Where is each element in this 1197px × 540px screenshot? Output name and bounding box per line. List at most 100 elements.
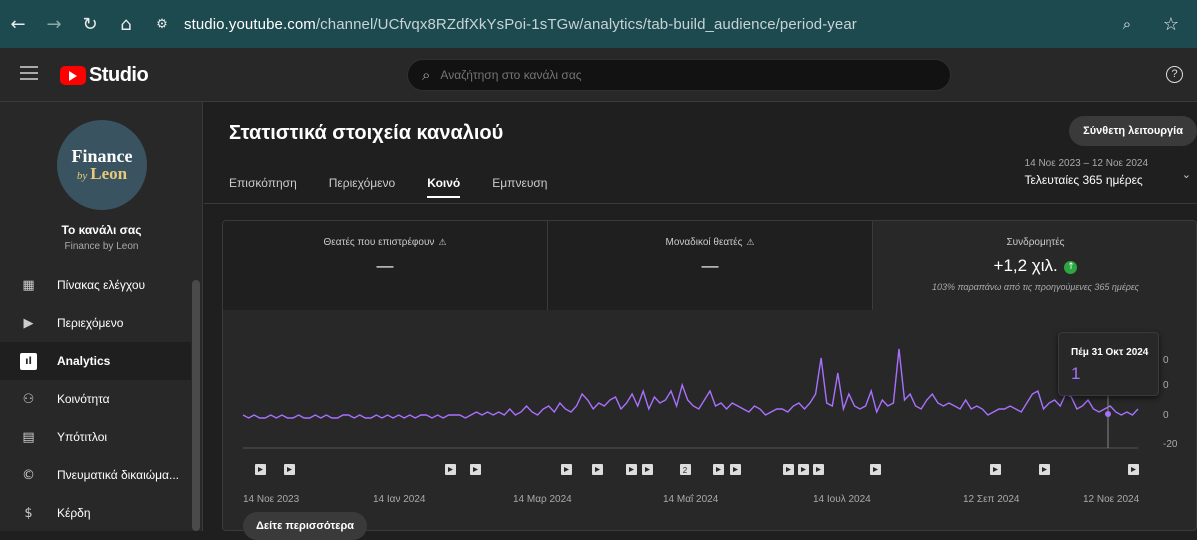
sidebar-scrollbar[interactable] bbox=[192, 280, 200, 531]
menu-icon[interactable] bbox=[20, 66, 38, 80]
site-info-icon[interactable]: ⚙ bbox=[144, 6, 180, 42]
home-icon[interactable]: ⌂ bbox=[108, 6, 144, 42]
sidebar: Finance by Leon Το κανάλι σας Finance by … bbox=[0, 102, 203, 531]
date-range-label: Τελευταίες 365 ημέρες bbox=[1024, 173, 1143, 187]
tab-content[interactable]: Περιεχόμενο bbox=[329, 168, 395, 198]
y-tick-label: 0 bbox=[1163, 410, 1169, 421]
forward-icon[interactable]: → bbox=[36, 6, 72, 42]
sidebar-item-content[interactable]: ▶ Περιεχόμενο bbox=[0, 304, 191, 342]
youtube-play-icon bbox=[60, 66, 86, 85]
metric-label-text: Θεατές που επιστρέφουν bbox=[323, 237, 435, 248]
metric-value: — bbox=[376, 256, 394, 275]
metrics-row: Θεατές που επιστρέφουν ⚠ — Μοναδικοί θεατ… bbox=[223, 221, 1196, 310]
back-icon[interactable]: ← bbox=[0, 6, 36, 42]
audience-card: Θεατές που επιστρέφουν ⚠ — Μοναδικοί θεατ… bbox=[222, 220, 1197, 531]
metric-label: Συνδρομητές bbox=[1006, 237, 1065, 248]
earn-icon: $ bbox=[24, 505, 33, 521]
y-tick-label: 0 bbox=[1163, 380, 1169, 391]
main-content: Στατιστικά στοιχεία καναλιού Σύνθετη λει… bbox=[204, 102, 1197, 540]
sidebar-item-subtitles[interactable]: ▤ Υπότιτλοι bbox=[0, 418, 191, 456]
x-tick-label: 12 Σεπ 2024 bbox=[963, 494, 1020, 505]
tab-inspiration[interactable]: Εμπνευση bbox=[492, 168, 547, 198]
subtitles-icon: ▤ bbox=[22, 429, 35, 445]
sidebar-item-label: Κοινότητα bbox=[57, 392, 110, 406]
x-tick-label: 14 Ιαν 2024 bbox=[373, 494, 426, 505]
x-tick-label: 14 Μαΐ 2024 bbox=[663, 493, 719, 505]
metric-label-text: Μοναδικοί θεατές bbox=[665, 237, 743, 248]
y-tick-label: -20 bbox=[1163, 439, 1178, 450]
metric-label: Θεατές που επιστρέφουν ⚠ bbox=[223, 237, 547, 248]
sidebar-item-analytics[interactable]: ıl Analytics bbox=[0, 342, 191, 380]
see-more-button[interactable]: Δείτε περισσότερα bbox=[243, 512, 368, 540]
sidebar-item-earn[interactable]: $ Κέρδη bbox=[0, 494, 191, 532]
sidebar-item-dashboard[interactable]: ▦ Πίνακας ελέγχου bbox=[0, 266, 191, 304]
analytics-icon: ıl bbox=[20, 352, 37, 370]
x-tick-label: 12 Νοε 2024 bbox=[1083, 494, 1140, 505]
metric-value: +1,2 χιλ. ↑ bbox=[873, 256, 1196, 276]
subscribers-chart[interactable]: 0 0 0 -20 2 14 Νοε 2023 14 Ιαν 2024 14 Μαρ 2024… bbox=[223, 310, 1197, 531]
sidebar-item-label: Κέρδη bbox=[57, 506, 91, 520]
sidebar-item-label: Πίνακας ελέγχου bbox=[57, 278, 146, 292]
date-range-dates: 14 Νοε 2023 – 12 Νοε 2024 bbox=[1024, 158, 1148, 169]
metric-value: — bbox=[701, 256, 719, 275]
x-tick-label: 14 Μαρ 2024 bbox=[513, 494, 572, 505]
sidebar-nav: ▦ Πίνακας ελέγχου ▶ Περιεχόμενο ıl Analytic… bbox=[0, 266, 191, 532]
studio-header: Studio ⌕ ? bbox=[0, 48, 1197, 102]
avatar-text-line2: by Leon bbox=[77, 164, 127, 184]
arrow-up-icon: ↑ bbox=[1064, 261, 1078, 274]
sidebar-item-label: Υπότιτλοι bbox=[57, 430, 108, 444]
community-icon: ⚇ bbox=[22, 391, 35, 407]
avatar-leon: Leon bbox=[90, 164, 128, 183]
sidebar-item-community[interactable]: ⚇ Κοινότητα bbox=[0, 380, 191, 418]
date-range-picker[interactable]: 14 Νοε 2023 – 12 Νοε 2024 Τελευταίες 365… bbox=[1025, 158, 1148, 187]
sidebar-item-label: Πνευματικά δικαιώμα... bbox=[57, 468, 179, 482]
studio-logo[interactable]: Studio bbox=[60, 64, 149, 87]
avatar-by: by bbox=[76, 170, 88, 182]
marker-count-label: 2 bbox=[683, 466, 688, 475]
chart-tooltip: Πέμ 31 Οκτ 2024 1 bbox=[1058, 332, 1159, 396]
sidebar-item-label: Περιεχόμενο bbox=[57, 316, 124, 330]
bookmark-star-icon[interactable]: ☆ bbox=[1153, 6, 1189, 42]
search-bar[interactable]: ⌕ bbox=[407, 59, 951, 91]
analytics-tabs: Επισκόπηση Περιεχόμενο Κοινό Εμπνευση bbox=[229, 168, 579, 198]
search-input[interactable] bbox=[440, 68, 921, 82]
advanced-mode-button[interactable]: Σύνθετη λειτουργία bbox=[1069, 116, 1197, 146]
metric-label: Μοναδικοί θεατές ⚠ bbox=[548, 237, 872, 248]
sidebar-item-label: Analytics bbox=[57, 354, 111, 368]
copyright-icon: © bbox=[22, 467, 35, 483]
reload-icon[interactable]: ↻ bbox=[72, 6, 108, 42]
divider bbox=[204, 203, 1197, 204]
tab-audience[interactable]: Κοινό bbox=[427, 168, 461, 198]
metric-unique-viewers[interactable]: Μοναδικοί θεατές ⚠ — bbox=[548, 221, 873, 310]
x-tick-label: 14 Νοε 2023 bbox=[243, 494, 300, 505]
url-path: /channel/UCfvqx8RZdfXkYsPoi-1sTGw/analyt… bbox=[315, 15, 857, 33]
channel-title: Το κανάλι σας bbox=[61, 223, 142, 237]
tooltip-value: 1 bbox=[1071, 364, 1081, 383]
url-host: studio.youtube.com bbox=[184, 15, 316, 33]
logo-text: Studio bbox=[89, 64, 149, 86]
channel-name: Finance by Leon bbox=[64, 241, 139, 252]
metric-returning-viewers[interactable]: Θεατές που επιστρέφουν ⚠ — bbox=[223, 221, 548, 310]
metric-value-text: +1,2 χιλ. bbox=[993, 256, 1058, 275]
warning-icon: ⚠ bbox=[746, 238, 755, 248]
warning-icon: ⚠ bbox=[438, 238, 447, 248]
hover-point bbox=[1105, 411, 1111, 417]
metric-subscribers[interactable]: Συνδρομητές +1,2 χιλ. ↑ 103% παραπάνω απ… bbox=[873, 221, 1196, 310]
tooltip-date: Πέμ 31 Οκτ 2024 bbox=[1071, 347, 1149, 358]
series-line bbox=[242, 348, 1139, 419]
tab-overview[interactable]: Επισκόπηση bbox=[229, 168, 297, 198]
x-tick-label: 14 Ιουλ 2024 bbox=[813, 494, 871, 505]
dashboard-icon: ▦ bbox=[22, 277, 35, 293]
search-icon[interactable]: ⌕ bbox=[422, 66, 430, 84]
content-icon: ▶ bbox=[23, 315, 34, 331]
zoom-icon[interactable]: ⌕ bbox=[1109, 6, 1145, 42]
metric-comparison: 103% παραπάνω από τις προηγούμενες 365 η… bbox=[931, 282, 1140, 292]
sidebar-item-copyright[interactable]: © Πνευματικά δικαιώμα... bbox=[0, 456, 191, 494]
page-title: Στατιστικά στοιχεία καναλιού bbox=[229, 122, 504, 144]
address-bar[interactable]: studio.youtube.com/channel/UCfvqx8RZdfXk… bbox=[184, 16, 857, 33]
avatar[interactable]: Finance by Leon bbox=[57, 120, 147, 210]
y-tick-label: 0 bbox=[1163, 355, 1169, 366]
help-icon[interactable]: ? bbox=[1166, 66, 1183, 83]
chevron-down-icon[interactable]: ⌄ bbox=[1182, 168, 1191, 181]
browser-toolbar: ← → ↻ ⌂ ⚙ studio.youtube.com/channel/UCf… bbox=[0, 0, 1197, 48]
